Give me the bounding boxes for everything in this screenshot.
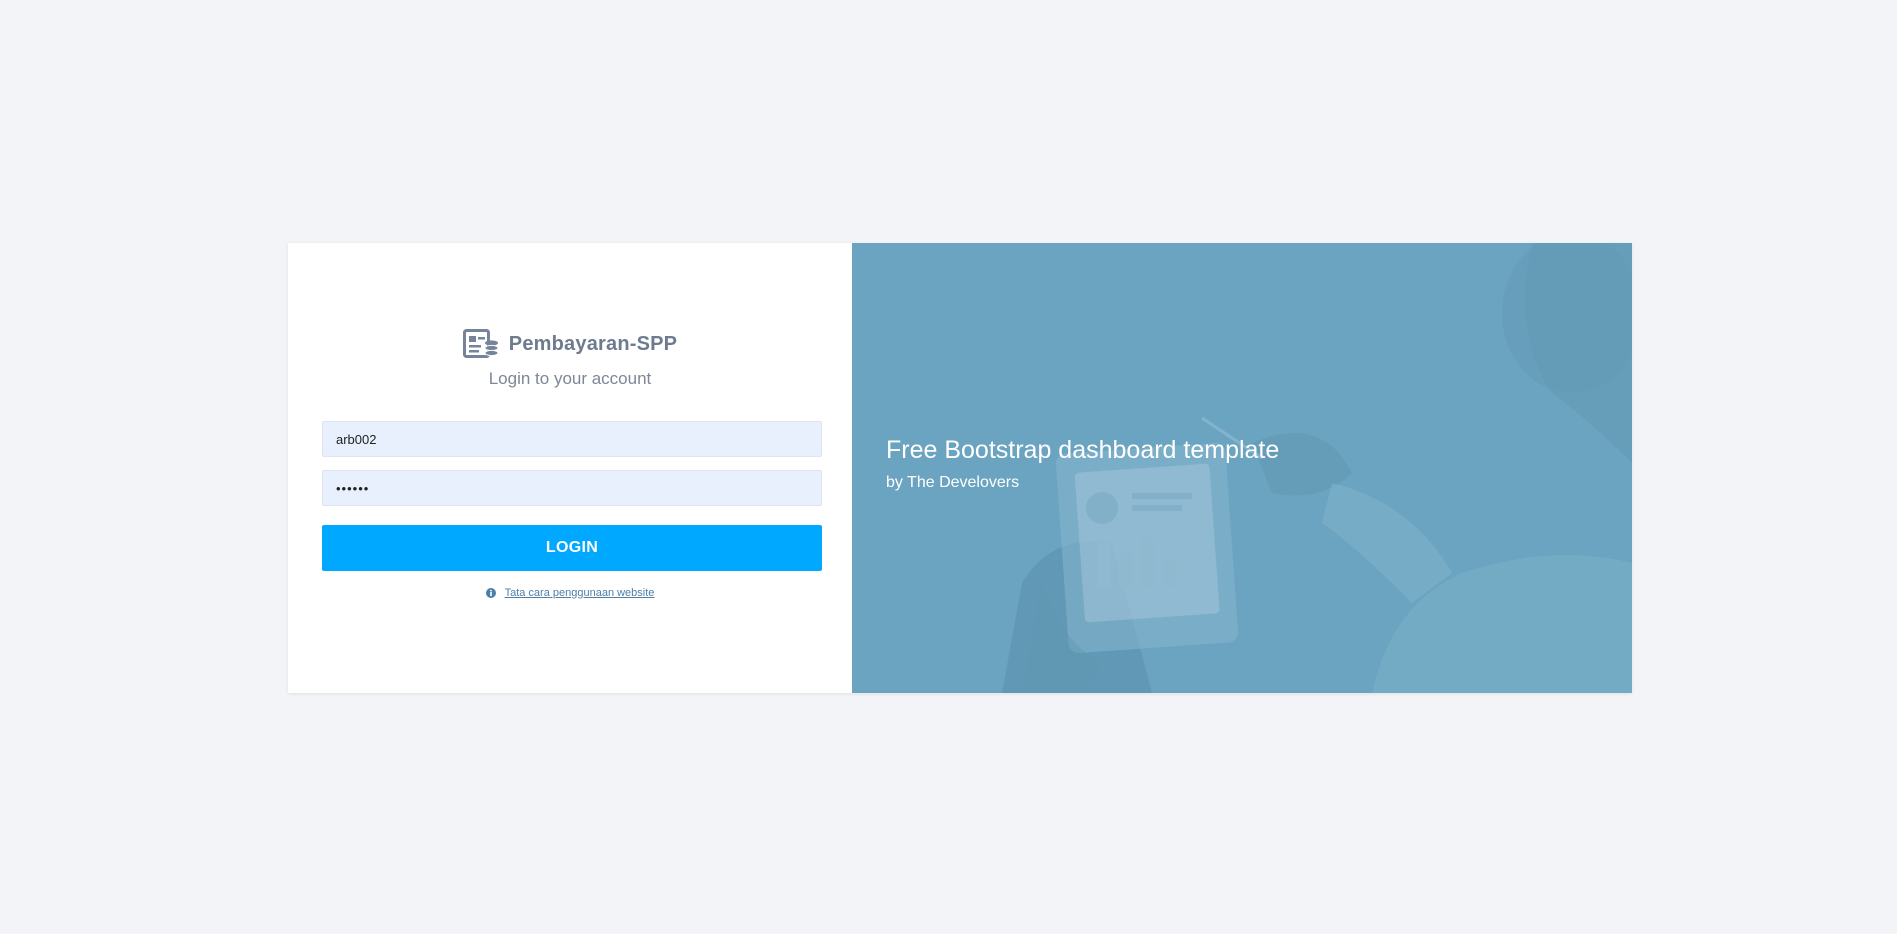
- brand-name: Pembayaran-SPP: [508, 332, 678, 355]
- login-button[interactable]: LOGIN: [322, 525, 822, 571]
- username-input[interactable]: [322, 421, 822, 457]
- info-circle-icon: [485, 588, 496, 598]
- help-link[interactable]: Tata cara penggunaan website: [505, 587, 655, 599]
- hero-subtitle: by The Develovers: [886, 474, 1020, 491]
- invoice-coins-icon: [462, 329, 499, 359]
- login-panel: Pembayaran-SPP Login to your account LOG…: [288, 243, 852, 693]
- hero-panel: Free Bootstrap dashboard template by The…: [852, 243, 1632, 693]
- hero-background-image: [852, 243, 1632, 693]
- password-input[interactable]: [322, 470, 822, 506]
- login-card: Pembayaran-SPP Login to your account LOG…: [288, 243, 1632, 693]
- hero-title: Free Bootstrap dashboard template: [886, 436, 1280, 464]
- login-subtitle: Login to your account: [488, 369, 652, 388]
- brand: Pembayaran-SPP: [288, 329, 852, 359]
- help-row: Tata cara penggunaan website: [288, 587, 852, 599]
